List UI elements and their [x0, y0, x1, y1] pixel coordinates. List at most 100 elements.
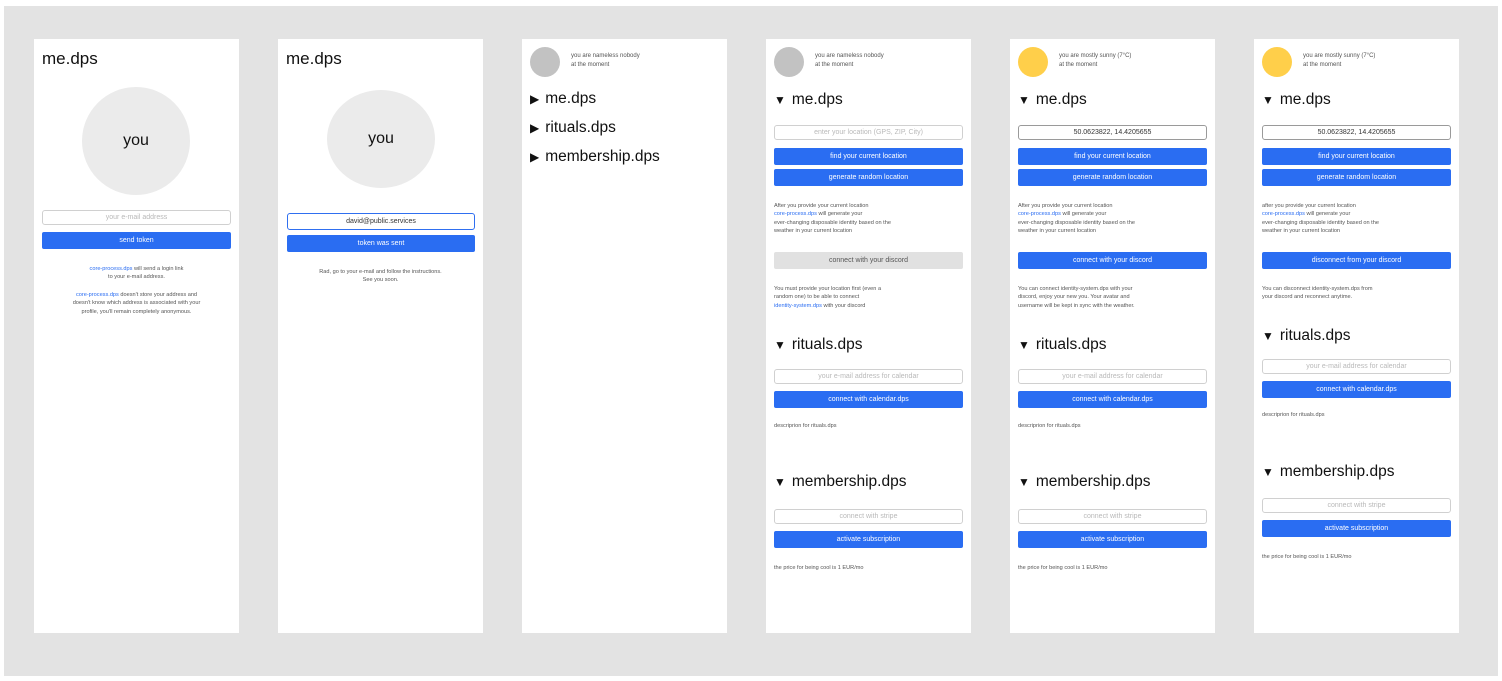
page-title: me.dps — [286, 49, 342, 68]
activate-subscription-button[interactable]: activate subscription — [1262, 520, 1451, 537]
section-rituals[interactable]: ▼ rituals.dps — [1018, 336, 1107, 354]
expand-triangle-icon: ▶ — [530, 121, 540, 135]
collapse-triangle-icon: ▼ — [774, 338, 786, 352]
stripe-placeholder: connect with stripe — [1327, 502, 1386, 509]
find-location-button[interactable]: find your current location — [1018, 148, 1207, 165]
calendar-email-input[interactable]: your e-mail address for calendar — [1262, 359, 1451, 374]
section-label: rituals.dps — [1279, 327, 1351, 344]
discord-info: You must provide your location first (ev… — [774, 286, 882, 309]
frame-discord-connected: you are mostly sunny (7°C) at the moment… — [1254, 39, 1459, 633]
core-process-link[interactable]: core-process.dps — [76, 292, 119, 298]
location-info: After you provide your current location … — [774, 203, 891, 235]
connect-calendar-button[interactable]: connect with calendar.dps — [1018, 391, 1207, 408]
stripe-input[interactable]: connect with stripe — [1262, 498, 1451, 513]
section-label: membership.dps — [1279, 463, 1395, 480]
sent-info: Rad, go to your e-mail and follow the in… — [282, 268, 479, 285]
core-process-link[interactable]: core-process.dps — [1262, 211, 1305, 217]
expand-triangle-icon: ▶ — [530, 150, 540, 164]
email-input[interactable]: your e-mail address — [42, 210, 231, 225]
discord-info: You can connect identity-system.dps with… — [1018, 286, 1135, 309]
email-value: david@public.services — [346, 218, 416, 225]
section-me[interactable]: ▼ me.dps — [1262, 91, 1331, 109]
stripe-input[interactable]: connect with stripe — [1018, 509, 1207, 524]
section-label: rituals.dps — [791, 336, 863, 353]
random-location-button[interactable]: generate random location — [774, 169, 963, 186]
section-rituals[interactable]: ▼ rituals.dps — [774, 336, 863, 354]
section-me[interactable]: ▼ me.dps — [1018, 91, 1087, 109]
location-placeholder: enter your location (GPS, ZIP, City) — [814, 129, 923, 136]
collapse-triangle-icon: ▼ — [1018, 475, 1030, 489]
info-text: will send a login link — [134, 266, 184, 272]
connect-discord-button[interactable]: connect with your discord — [774, 252, 963, 269]
section-rituals[interactable]: ▼ rituals.dps — [1262, 327, 1351, 345]
find-location-button[interactable]: find your current location — [774, 148, 963, 165]
info-text: doesn't store your address and — [120, 292, 198, 298]
collapse-triangle-icon: ▼ — [1018, 93, 1030, 107]
avatar-label: you — [123, 132, 149, 149]
activate-subscription-button[interactable]: activate subscription — [774, 531, 963, 548]
info-text: See you soon. — [362, 277, 399, 284]
collapse-triangle-icon: ▼ — [1018, 338, 1030, 352]
avatar — [1262, 47, 1292, 77]
price-text: the price for being cool is 1 EUR/mo — [1018, 565, 1108, 571]
privacy-info: core-process.dps doesn't store your addr… — [38, 291, 235, 316]
page-title: me.dps — [42, 49, 98, 68]
core-process-link[interactable]: core-process.dps — [774, 211, 817, 217]
email-placeholder: your e-mail address — [105, 214, 168, 221]
frame-login: me.dps you your e-mail address send toke… — [34, 39, 239, 633]
section-membership[interactable]: ▼ membership.dps — [1262, 463, 1394, 481]
avatar: you — [327, 90, 435, 188]
section-membership[interactable]: ▼ membership.dps — [774, 473, 906, 491]
section-rituals[interactable]: ▶ rituals.dps — [530, 119, 616, 137]
connect-calendar-button[interactable]: connect with calendar.dps — [774, 391, 963, 408]
section-label: rituals.dps — [545, 119, 616, 136]
calendar-email-input[interactable]: your e-mail address for calendar — [1018, 369, 1207, 384]
core-process-link[interactable]: core-process.dps — [1018, 211, 1061, 217]
calendar-email-input[interactable]: your e-mail address for calendar — [774, 369, 963, 384]
stripe-input[interactable]: connect with stripe — [774, 509, 963, 524]
identity-system-link[interactable]: identity-system.dps — [774, 303, 822, 309]
location-input[interactable]: 50.0623822, 14.4205655 — [1018, 125, 1207, 140]
random-location-button[interactable]: generate random location — [1018, 169, 1207, 186]
weather-status: you are mostly sunny (7°C) at the moment — [1059, 53, 1132, 68]
section-me[interactable]: ▼ me.dps — [774, 91, 843, 109]
collapse-triangle-icon: ▼ — [774, 93, 786, 107]
section-membership[interactable]: ▶ membership.dps — [530, 148, 660, 166]
collapse-triangle-icon: ▼ — [774, 475, 786, 489]
price-text: the price for being cool is 1 EUR/mo — [774, 565, 864, 571]
location-info: After you provide your current location … — [1018, 203, 1135, 235]
section-label: rituals.dps — [1035, 336, 1107, 353]
collapse-triangle-icon: ▼ — [1262, 93, 1274, 107]
section-label: me.dps — [545, 90, 597, 107]
frame-token-sent: me.dps you david@public.services token w… — [278, 39, 483, 633]
core-process-link[interactable]: core-process.dps — [90, 266, 133, 272]
weather-status: you are nameless nobody at the moment — [571, 53, 640, 68]
email-input[interactable]: david@public.services — [287, 213, 475, 230]
avatar: you — [82, 87, 190, 195]
weather-status: you are mostly sunny (7°C) at the moment — [1303, 53, 1376, 68]
activate-subscription-button[interactable]: activate subscription — [1018, 531, 1207, 548]
find-location-button[interactable]: find your current location — [1262, 148, 1451, 165]
location-input[interactable]: enter your location (GPS, ZIP, City) — [774, 125, 963, 140]
price-text: the price for being cool is 1 EUR/mo — [1262, 554, 1352, 560]
avatar — [1018, 47, 1048, 77]
location-value: 50.0623822, 14.4205655 — [1073, 129, 1152, 136]
section-label: membership.dps — [1035, 473, 1151, 490]
stripe-placeholder: connect with stripe — [1083, 513, 1142, 520]
connect-discord-button[interactable]: connect with your discord — [1018, 252, 1207, 269]
connect-calendar-button[interactable]: connect with calendar.dps — [1262, 381, 1451, 398]
section-me[interactable]: ▶ me.dps — [530, 90, 596, 108]
disconnect-discord-button[interactable]: disconnect from your discord — [1262, 252, 1451, 269]
frame-collapsed: you are nameless nobody at the moment ▶ … — [522, 39, 727, 633]
avatar — [774, 47, 804, 77]
discord-info: You can disconnect identity-system.dps f… — [1262, 286, 1373, 301]
section-membership[interactable]: ▼ membership.dps — [1018, 473, 1150, 491]
rituals-description: descriprion for rituals.dps — [774, 423, 837, 429]
collapse-triangle-icon: ▼ — [1262, 329, 1274, 343]
random-location-button[interactable]: generate random location — [1262, 169, 1451, 186]
token-sent-button[interactable]: token was sent — [287, 235, 475, 252]
location-input[interactable]: 50.0623822, 14.4205655 — [1262, 125, 1451, 140]
send-token-button[interactable]: send token — [42, 232, 231, 249]
info-text: Rad, go to your e-mail and follow the in… — [319, 269, 442, 275]
weather-status: you are nameless nobody at the moment — [815, 53, 884, 68]
